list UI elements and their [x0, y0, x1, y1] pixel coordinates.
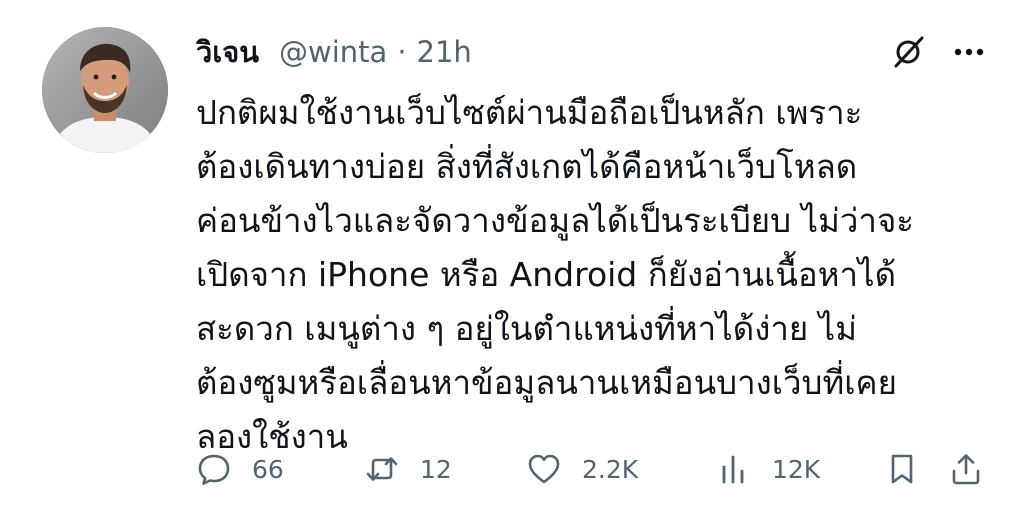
grok-icon[interactable]: [890, 34, 926, 70]
repost-count: 12: [420, 454, 452, 484]
share-button[interactable]: [948, 446, 984, 492]
reply-icon: [198, 454, 230, 485]
views-button[interactable]: 12K: [716, 446, 820, 492]
author-name[interactable]: วิเจน: [196, 28, 259, 76]
bookmark-button[interactable]: [884, 446, 920, 492]
tweet-card[interactable]: วิเจน @winta · 21h ปกติผมใช้งานเว็บไซต์ผ…: [0, 0, 1024, 527]
views-icon: [722, 455, 744, 484]
tweet-header: วิเจน @winta · 21h: [196, 28, 472, 76]
tweet-text-line: ปกติผมใช้งานเว็บไซต์ผ่านมือถือเป็นหลัก เ…: [196, 93, 863, 132]
tweet-action-bar: 66 12 2.2K 12K: [196, 446, 986, 492]
avatar-image: [42, 27, 168, 153]
reply-button[interactable]: 66: [196, 446, 284, 492]
reply-count: 66: [252, 454, 284, 484]
tweet-text-line: สะดวก เมนูต่าง ๆ อยู่ในตำแหน่งที่หาได้ง่…: [196, 309, 858, 348]
tweet-text-line: ค่อนข้างไวและจัดวางข้อมูลได้เป็นระเบียบ …: [196, 201, 915, 240]
tweet-text-line: ต้องซูมหรือเลื่อนหาข้อมูลนานเหมือนบางเว็…: [196, 363, 897, 402]
author-handle[interactable]: @winta: [279, 28, 387, 76]
view-count: 12K: [772, 454, 821, 484]
like-icon: [528, 454, 560, 484]
tweet-text-line: ต้องเดินทางบ่อย สิ่งที่สังเกตได้คือหน้าเ…: [196, 147, 858, 186]
repost-icon: [366, 457, 398, 481]
like-count: 2.2K: [582, 454, 639, 484]
timestamp[interactable]: 21h: [417, 28, 472, 76]
tweet-text: ปกติผมใช้งานเว็บไซต์ผ่านมือถือเป็นหลัก เ…: [196, 86, 996, 464]
bookmark-icon: [891, 454, 913, 484]
tweet-text-line: เปิดจาก iPhone หรือ Android ก็ยังอ่านเนื…: [196, 255, 897, 294]
avatar[interactable]: [42, 27, 168, 153]
more-options-icon[interactable]: [954, 34, 984, 70]
like-button[interactable]: 2.2K: [526, 446, 638, 492]
separator-dot: ·: [397, 35, 407, 69]
tweet-top-actions: [890, 34, 984, 70]
repost-button[interactable]: 12: [364, 446, 452, 492]
share-icon: [952, 454, 980, 485]
